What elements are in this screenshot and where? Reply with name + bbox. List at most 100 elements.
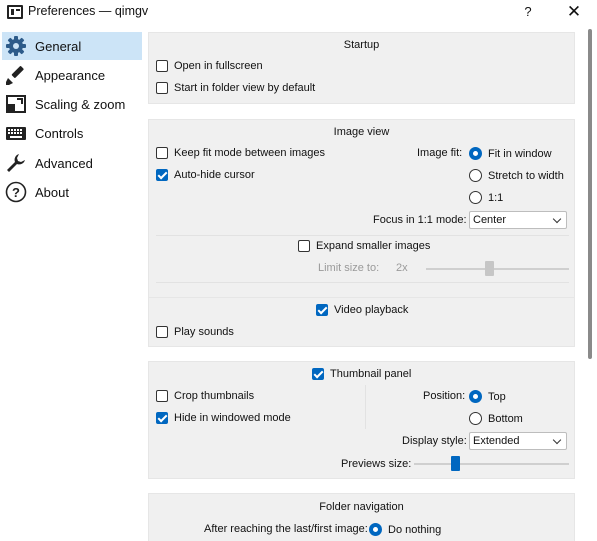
folder-view-checkbox[interactable]: Start in folder view by default bbox=[156, 82, 315, 94]
checkbox-box[interactable] bbox=[156, 169, 168, 181]
sidebar-item-controls[interactable]: Controls bbox=[2, 119, 142, 147]
checkbox-label: Start in folder view by default bbox=[174, 82, 316, 94]
expand-smaller-checkbox[interactable]: Expand smaller images bbox=[298, 240, 430, 252]
focus-mode-dropdown[interactable]: Center bbox=[469, 211, 567, 229]
display-style-dropdown[interactable]: Extended bbox=[469, 432, 567, 450]
image-view-title: Image view bbox=[333, 126, 390, 138]
gear-icon bbox=[4, 34, 28, 58]
checkbox-box[interactable] bbox=[312, 368, 324, 380]
image-fit-label: Image fit: bbox=[417, 147, 463, 159]
checkbox-label: Open in fullscreen bbox=[174, 60, 263, 72]
radio-button[interactable] bbox=[469, 169, 482, 182]
divider bbox=[365, 385, 366, 429]
radio-label: Stretch to width bbox=[488, 169, 564, 182]
vertical-scrollbar[interactable] bbox=[583, 28, 597, 541]
title-bar: Preferences — qimgv ? ✕ bbox=[0, 0, 597, 24]
checkbox-label: Thumbnail panel bbox=[330, 368, 412, 380]
limit-size-slider-handle[interactable] bbox=[485, 261, 494, 276]
radio-button[interactable] bbox=[469, 390, 482, 403]
keep-fit-mode-checkbox[interactable]: Keep fit mode between images bbox=[156, 147, 325, 159]
checkbox-label: Hide in windowed mode bbox=[174, 412, 291, 424]
checkbox-box[interactable] bbox=[156, 82, 168, 94]
preferences-content: Startup Open in fullscreen Start in fold… bbox=[144, 28, 580, 541]
do-nothing-radio[interactable]: Do nothing bbox=[369, 523, 441, 536]
sidebar-item-label: Appearance bbox=[35, 67, 106, 83]
sidebar-item-general[interactable]: General bbox=[2, 32, 142, 60]
startup-title: Startup bbox=[343, 39, 380, 51]
position-top-radio[interactable]: Top bbox=[469, 390, 506, 403]
radio-label: Fit in window bbox=[488, 147, 552, 160]
sidebar-item-appearance[interactable]: Appearance bbox=[2, 61, 142, 89]
image-view-group: Image view Keep fit mode between images … bbox=[148, 119, 575, 313]
previews-size-label: Previews size: bbox=[341, 458, 412, 470]
help-button[interactable]: ? bbox=[519, 3, 537, 21]
play-sounds-checkbox[interactable]: Play sounds bbox=[156, 326, 234, 338]
position-label: Position: bbox=[423, 390, 466, 402]
checkbox-box[interactable] bbox=[156, 412, 168, 424]
radio-button[interactable] bbox=[369, 523, 382, 536]
previews-size-slider-handle[interactable] bbox=[451, 456, 460, 471]
one-to-one-radio[interactable]: 1:1 bbox=[469, 191, 503, 204]
checkbox-box[interactable] bbox=[156, 147, 168, 159]
checkbox-box[interactable] bbox=[156, 326, 168, 338]
checkbox-label: Keep fit mode between images bbox=[174, 147, 326, 159]
svg-text:?: ? bbox=[12, 185, 20, 200]
sidebar: General Appearance Scaling & zoom Contro… bbox=[0, 28, 144, 541]
divider bbox=[156, 282, 569, 283]
chevron-down-icon bbox=[552, 214, 562, 224]
limit-size-label: Limit size to: bbox=[318, 262, 380, 274]
after-last-image-label: After reaching the last/first image: bbox=[204, 523, 368, 535]
checkbox-label: Video playback bbox=[334, 304, 409, 316]
sidebar-item-label: Controls bbox=[35, 125, 84, 141]
limit-size-value: 2x bbox=[396, 262, 408, 274]
radio-button[interactable] bbox=[469, 147, 482, 160]
video-group: Video playback Play sounds bbox=[148, 297, 575, 347]
sidebar-item-about[interactable]: ? About bbox=[2, 178, 142, 206]
paintbrush-icon bbox=[4, 63, 28, 87]
dropdown-value: Extended bbox=[473, 435, 520, 447]
previews-size-slider-track bbox=[414, 463, 569, 465]
checkbox-label: Auto-hide cursor bbox=[174, 169, 255, 181]
wrench-icon bbox=[4, 151, 28, 175]
keyboard-icon bbox=[4, 121, 28, 145]
sidebar-item-label: About bbox=[35, 184, 69, 200]
hide-windowed-checkbox[interactable]: Hide in windowed mode bbox=[156, 412, 291, 424]
window-title: Preferences — qimgv bbox=[28, 4, 149, 18]
radio-button[interactable] bbox=[469, 191, 482, 204]
sidebar-item-label: Advanced bbox=[35, 155, 93, 171]
radio-label: Do nothing bbox=[388, 523, 442, 536]
checkbox-label: Play sounds bbox=[174, 326, 234, 338]
sidebar-item-advanced[interactable]: Advanced bbox=[2, 149, 142, 177]
dropdown-value: Center bbox=[473, 214, 507, 226]
autohide-cursor-checkbox[interactable]: Auto-hide cursor bbox=[156, 169, 255, 181]
focus-mode-label: Focus in 1:1 mode: bbox=[373, 214, 467, 226]
video-playback-checkbox[interactable]: Video playback bbox=[316, 304, 408, 316]
radio-label: 1:1 bbox=[488, 191, 504, 204]
fit-in-window-radio[interactable]: Fit in window bbox=[469, 147, 552, 160]
qimgv-app-icon bbox=[7, 5, 23, 19]
folder-navigation-title: Folder navigation bbox=[319, 501, 404, 513]
stretch-to-width-radio[interactable]: Stretch to width bbox=[469, 169, 564, 182]
open-fullscreen-checkbox[interactable]: Open in fullscreen bbox=[156, 60, 263, 72]
checkbox-box[interactable] bbox=[316, 304, 328, 316]
checkbox-box[interactable] bbox=[156, 390, 168, 402]
display-style-label: Display style: bbox=[402, 435, 467, 447]
close-button[interactable]: ✕ bbox=[565, 3, 583, 21]
radio-button[interactable] bbox=[469, 412, 482, 425]
startup-group: Startup Open in fullscreen Start in fold… bbox=[148, 32, 575, 104]
checkbox-box[interactable] bbox=[298, 240, 310, 252]
crop-thumbnails-checkbox[interactable]: Crop thumbnails bbox=[156, 390, 254, 402]
sidebar-item-label: General bbox=[35, 38, 82, 54]
thumbnail-panel-checkbox[interactable]: Thumbnail panel bbox=[312, 368, 411, 380]
radio-label: Top bbox=[488, 390, 506, 403]
position-bottom-radio[interactable]: Bottom bbox=[469, 412, 523, 425]
folder-navigation-group: Folder navigation After reaching the las… bbox=[148, 493, 575, 541]
checkbox-box[interactable] bbox=[156, 60, 168, 72]
sidebar-item-scaling-zoom[interactable]: Scaling & zoom bbox=[2, 90, 142, 118]
checkbox-label: Expand smaller images bbox=[316, 240, 431, 252]
checkbox-label: Crop thumbnails bbox=[174, 390, 255, 402]
limit-size-slider-track bbox=[426, 268, 569, 270]
scrollbar-thumb[interactable] bbox=[588, 29, 592, 359]
divider bbox=[156, 235, 569, 236]
thumbnail-panel-group: Thumbnail panel Crop thumbnails Hide in … bbox=[148, 361, 575, 479]
